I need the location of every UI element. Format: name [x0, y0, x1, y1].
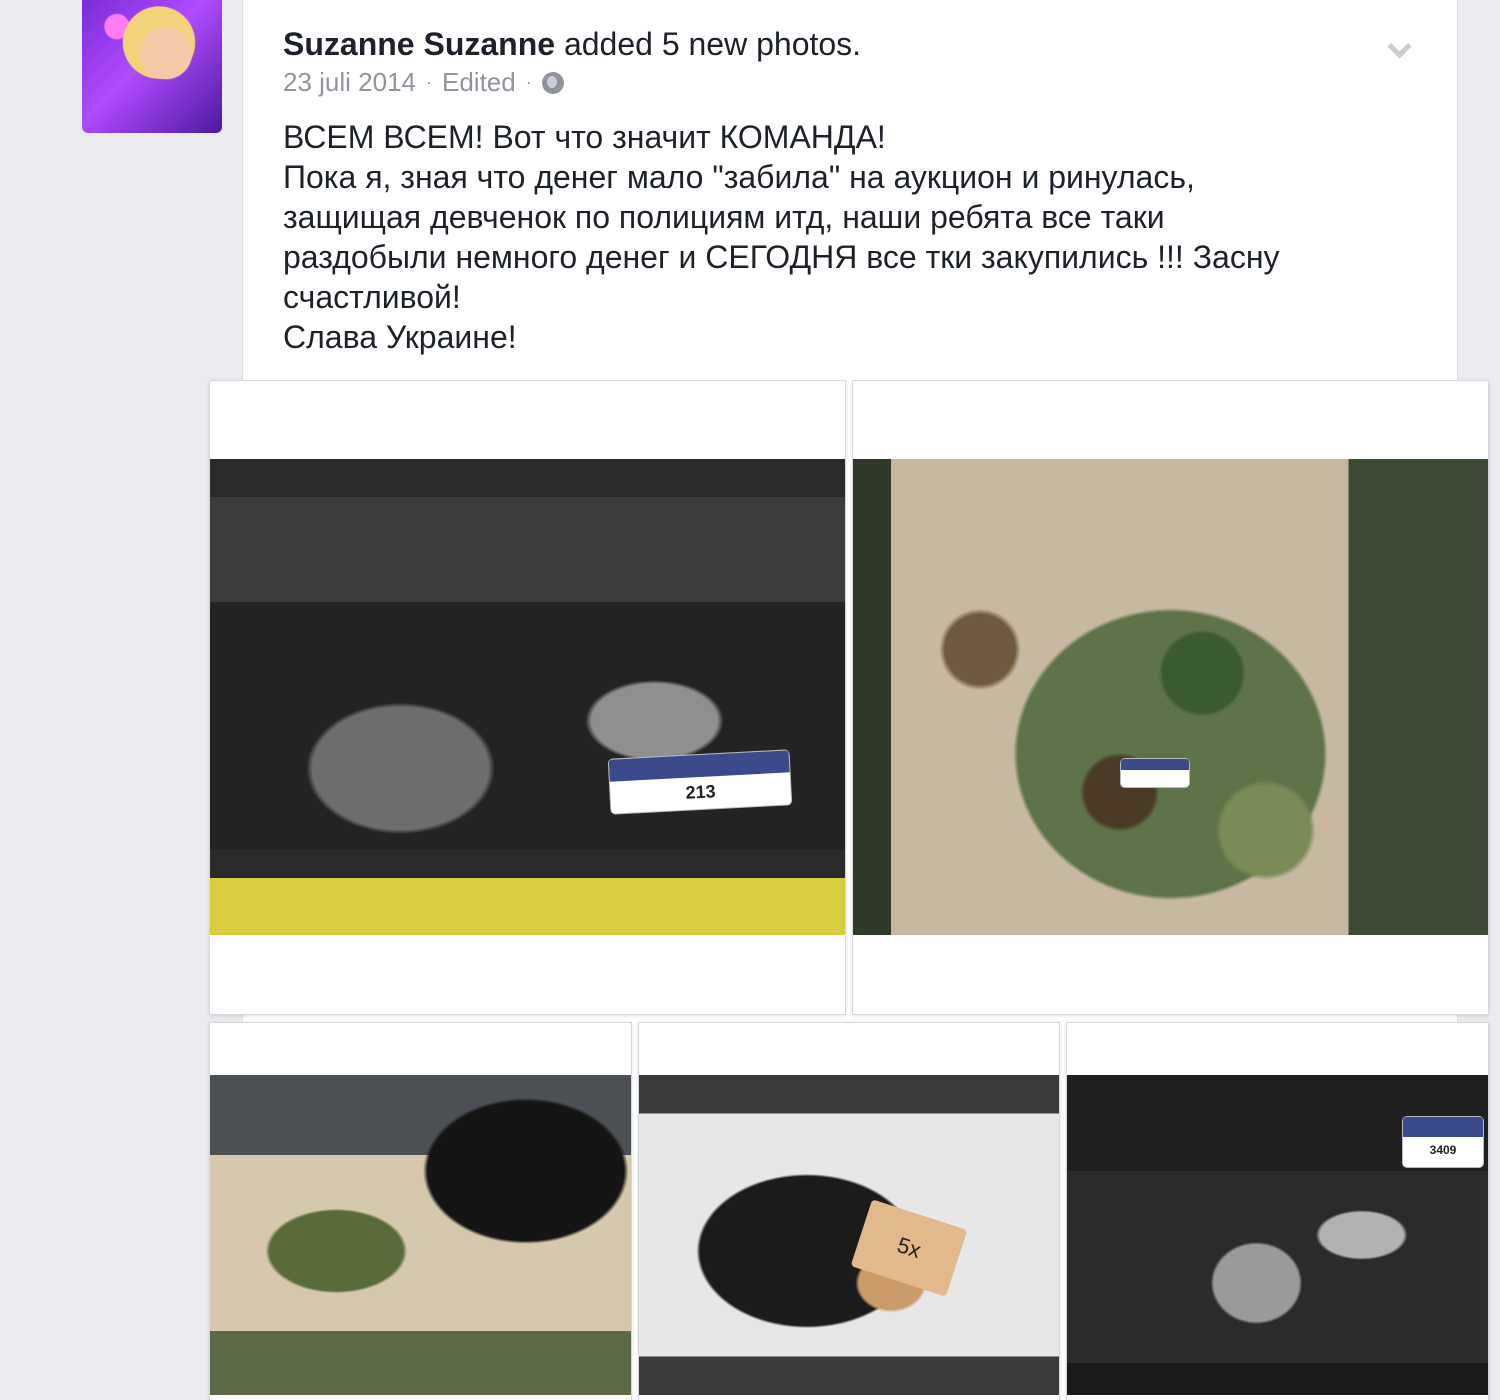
photo-goggles[interactable] [210, 1023, 631, 1400]
globe-icon[interactable] [541, 71, 564, 94]
lot-tag [1121, 759, 1189, 787]
lot-number: 213 [684, 780, 717, 803]
meta-separator: · [525, 72, 532, 92]
post-date[interactable]: 23 juli 2014 [283, 67, 416, 98]
photo-camo-vest[interactable] [853, 381, 1488, 1014]
photo-image [639, 1075, 1059, 1395]
lot-number: 3409 [1429, 1143, 1457, 1157]
meta-separator: · [426, 72, 432, 92]
post-text-line: защищая девченок по полициям итд, наши р… [283, 199, 1165, 235]
tag-band [1403, 1117, 1483, 1137]
post-text-line: Слава Украине! [283, 319, 517, 355]
photo-bags[interactable]: 5x [639, 1023, 1059, 1400]
post-text-line: Пока я, зная что денег мало "забила" на … [283, 159, 1195, 195]
chevron-down-icon[interactable] [1385, 36, 1411, 62]
avatar[interactable] [82, 0, 222, 133]
lot-tag: 3409 [1403, 1117, 1483, 1167]
lot-tag: 213 [608, 750, 792, 814]
post-meta: 23 juli 2014 · Edited · [283, 67, 564, 98]
photo-pocket-knives[interactable]: 3409 [1067, 1023, 1488, 1400]
photo-image [210, 1075, 631, 1395]
label-text: 5x [894, 1232, 925, 1264]
tag-band [1121, 759, 1189, 771]
author-name[interactable]: Suzanne Suzanne [283, 26, 555, 62]
photo-knives-case[interactable]: 213 [210, 381, 845, 1014]
edited-label[interactable]: Edited [442, 67, 516, 98]
post-header: Suzanne Suzanne added 5 new photos. [283, 26, 861, 63]
post-text-line: счастливой! [283, 279, 461, 315]
photo-image [210, 459, 845, 935]
post-text-line: раздобыли немного денег и СЕГОДНЯ все тк… [283, 239, 1280, 275]
post-text: ВСЕМ ВСЕМ! Вот что значит КОМАНДА! Пока … [283, 117, 1403, 357]
post-text-line: ВСЕМ ВСЕМ! Вот что значит КОМАНДА! [283, 119, 886, 155]
post-action: added 5 new photos. [555, 26, 862, 62]
photo-image [853, 459, 1488, 935]
